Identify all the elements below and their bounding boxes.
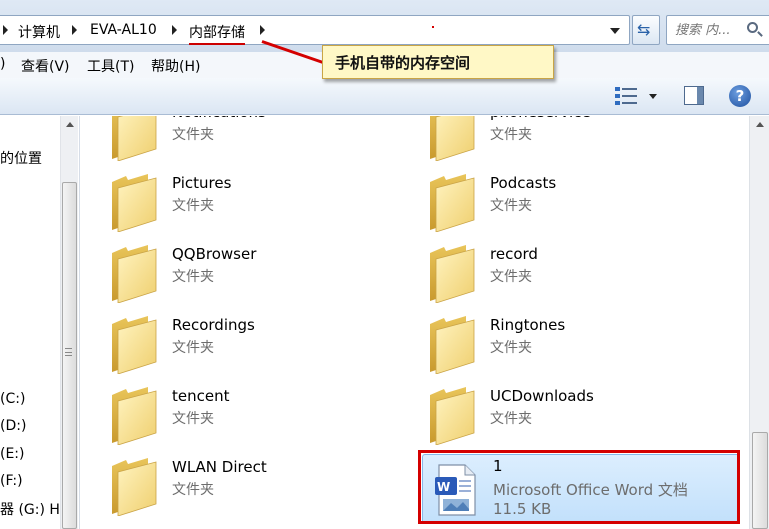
menu-help[interactable]: 帮助(H) [151,56,200,76]
annotation-callout: 手机自带的内存空间 [322,45,554,79]
folder-icon [430,116,475,161]
nav-item-drive-e[interactable]: (E:) [0,446,25,462]
breadcrumb-internal-storage[interactable]: 内部存储 [189,22,245,45]
folder-icon [430,387,475,445]
search-box[interactable] [666,15,769,45]
folder-icon [112,387,157,445]
scroll-up-icon[interactable] [66,122,74,127]
refresh-button[interactable]: ⇆ [632,15,660,45]
folder-type: 文件夹 [490,340,532,356]
folder-item[interactable]: tencent 文件夹 [80,387,390,449]
folder-type: 文件夹 [490,269,532,285]
view-options-dropdown-icon[interactable] [649,94,657,99]
folder-item[interactable]: WLAN Direct 文件夹 [80,458,390,520]
scroll-up-icon[interactable] [756,122,764,127]
folder-icon [112,116,157,161]
address-history-dropdown-icon[interactable] [610,28,620,34]
nav-item-drive-d[interactable]: (D:) [0,418,26,434]
refresh-icon: ⇆ [637,20,651,39]
content-scrollbar[interactable] [749,116,769,529]
scroll-thumb[interactable] [752,432,768,529]
nav-item-locations[interactable]: 的位置 [0,148,42,168]
navigation-pane: 的位置 (C:) (D:) (E:) (F:) 器 (G:) H [0,116,80,529]
folder-item[interactable]: Podcasts 文件夹 [398,174,708,236]
folder-icon [430,316,475,374]
folder-icon [112,458,157,516]
folder-type: 文件夹 [490,127,532,143]
folder-type: 文件夹 [172,127,214,143]
menu-partial[interactable]: ) [0,56,5,72]
nav-item-drive-f[interactable]: (F:) [0,473,23,489]
folder-item[interactable]: phoneservice 文件夹 [398,116,708,165]
menu-view[interactable]: 查看(V) [21,56,70,76]
folder-item[interactable]: Recordings 文件夹 [80,316,390,378]
folder-icon [430,245,475,303]
folder-type: 文件夹 [172,269,214,285]
folder-name: UCDownloads [490,387,594,405]
folder-type: 文件夹 [172,340,214,356]
folder-type: 文件夹 [172,411,214,427]
folder-icon [112,316,157,374]
annotation-text: 手机自带的内存空间 [335,54,471,72]
file-list: Notifications 文件夹 phoneservice 文件夹 [80,116,749,529]
grip-icon [65,348,72,356]
folder-item[interactable]: UCDownloads 文件夹 [398,387,708,449]
nav-item-drive-c[interactable]: (C:) [0,391,25,407]
stray-mark [432,26,434,28]
folder-name: Notifications [172,116,266,121]
breadcrumb-separator-icon[interactable] [260,25,265,35]
nav-item-drive-g[interactable]: 器 (G:) H [0,499,60,519]
folder-item[interactable]: record 文件夹 [398,245,708,307]
folder-name: record [490,245,538,263]
preview-pane-icon[interactable] [684,86,704,105]
folder-name: WLAN Direct [172,458,267,476]
folder-item[interactable]: QQBrowser 文件夹 [80,245,390,307]
folder-name: phoneservice [490,116,591,121]
folder-item[interactable]: Ringtones 文件夹 [398,316,708,378]
folder-type: 文件夹 [490,198,532,214]
folder-item[interactable]: Notifications 文件夹 [80,116,390,165]
breadcrumb-separator-icon[interactable] [3,25,8,35]
menu-tools[interactable]: 工具(T) [87,56,134,76]
command-toolbar: ? [0,78,769,115]
folder-name: Ringtones [490,316,566,334]
folder-name: tencent [172,387,230,405]
folder-type: 文件夹 [172,482,214,498]
folder-icon [112,174,157,232]
search-input[interactable] [675,21,745,39]
folder-name: QQBrowser [172,245,257,263]
folder-name: Podcasts [490,174,557,192]
navigation-scrollbar[interactable] [60,116,78,529]
folder-type: 文件夹 [172,198,214,214]
help-icon[interactable]: ? [729,85,751,107]
breadcrumb-computer[interactable]: 计算机 [18,22,60,42]
folder-name: Recordings [172,316,255,334]
highlight-box [418,450,740,524]
folder-type: 文件夹 [490,411,532,427]
breadcrumb-separator-icon[interactable] [172,25,177,35]
folder-item[interactable]: Pictures 文件夹 [80,174,390,236]
folder-name: Pictures [172,174,232,192]
folder-icon [430,174,475,232]
breadcrumb-separator-icon[interactable] [72,25,77,35]
search-icon[interactable] [747,22,758,33]
address-bar[interactable]: 计算机 EVA-AL10 内部存储 [0,15,630,45]
folder-icon [112,245,157,303]
breadcrumb-device[interactable]: EVA-AL10 [90,22,157,38]
change-view-icon[interactable] [615,87,637,105]
